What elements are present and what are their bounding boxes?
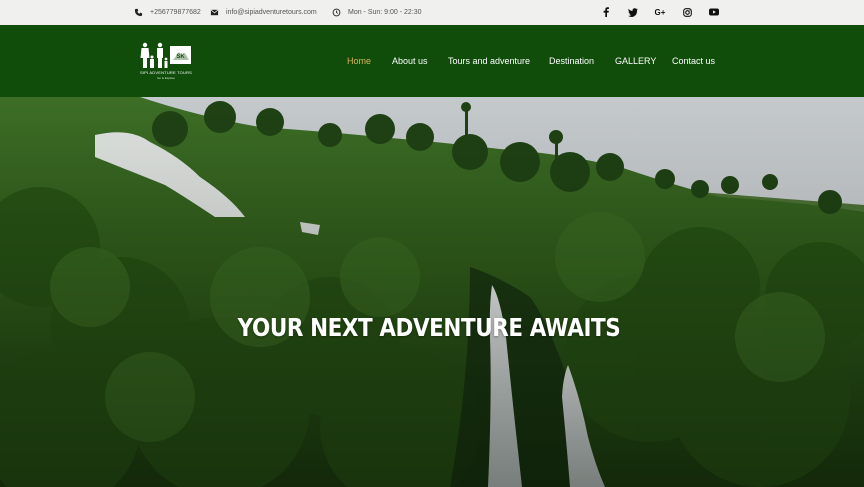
opening-hours: Mon - Sun: 9:00 - 22:30	[348, 9, 422, 16]
youtube-icon[interactable]	[709, 7, 719, 17]
twitter-icon[interactable]	[628, 7, 638, 17]
phone-icon	[134, 8, 143, 17]
email-info[interactable]: info@sipiadventuretours.com	[210, 8, 317, 17]
clock-icon	[332, 8, 341, 17]
nav-tours-and-adventure[interactable]: Tours and adventure	[448, 56, 530, 66]
hero-title: YOUR NEXT ADVENTURE AWAITS	[237, 313, 621, 342]
nav-contact-us[interactable]: Contact us	[672, 56, 715, 66]
main-header: SK SIPI ADVENTURE TOURS Go & Explore Hom…	[0, 25, 864, 97]
nav-gallery[interactable]: GALLERY	[615, 56, 656, 66]
envelope-icon	[210, 8, 219, 17]
phone-number[interactable]: +256779877682	[150, 9, 201, 16]
logo-figures-icon: SK	[140, 42, 191, 68]
top-info-bar: +256779877682 info@sipiadventuretours.co…	[0, 0, 864, 25]
nav-destination[interactable]: Destination	[549, 56, 594, 66]
logo-mark-text: SK	[176, 54, 185, 60]
nav-home[interactable]: Home	[347, 56, 371, 66]
facebook-icon[interactable]	[601, 7, 611, 17]
site-logo[interactable]: SK SIPI ADVENTURE TOURS Go & Explore	[138, 42, 194, 84]
phone-info[interactable]: +256779877682	[134, 8, 201, 17]
google-plus-icon[interactable]: G+	[655, 7, 666, 17]
nav-about-us[interactable]: About us	[392, 56, 428, 66]
hero-waterfall-image	[0, 97, 864, 487]
instagram-icon[interactable]	[682, 7, 692, 17]
email-address[interactable]: info@sipiadventuretours.com	[226, 9, 317, 16]
logo-tagline: Go & Explore	[157, 76, 175, 80]
logo-text: SIPI ADVENTURE TOURS	[139, 70, 193, 75]
hero-banner: YOUR NEXT ADVENTURE AWAITS	[0, 97, 864, 487]
hours-info: Mon - Sun: 9:00 - 22:30	[332, 8, 422, 17]
social-links: G+	[601, 7, 719, 17]
